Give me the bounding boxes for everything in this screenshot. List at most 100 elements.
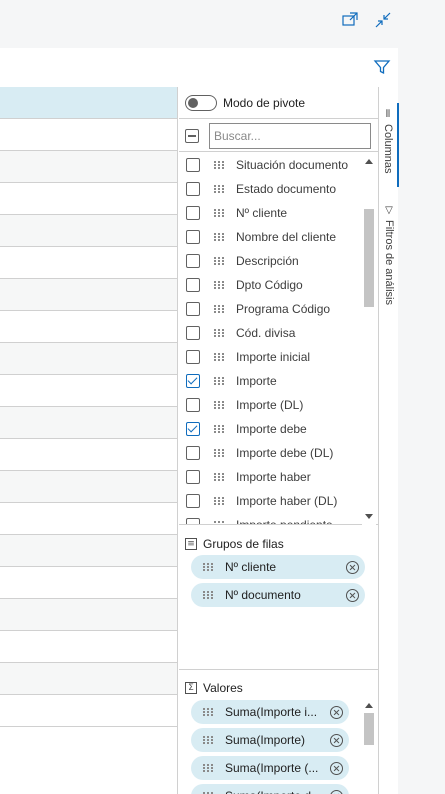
table-row[interactable] <box>0 151 177 183</box>
column-checkbox[interactable] <box>186 470 200 484</box>
table-row[interactable] <box>0 119 177 151</box>
column-item[interactable]: Estado documento <box>179 177 378 201</box>
column-item[interactable]: Importe pendiente <box>179 513 378 524</box>
column-checkbox[interactable] <box>186 158 200 172</box>
drag-handle-icon[interactable] <box>214 161 224 169</box>
column-checkbox[interactable] <box>186 254 200 268</box>
column-item[interactable]: Situación documento <box>179 153 378 177</box>
table-row[interactable] <box>0 535 177 567</box>
remove-icon[interactable] <box>330 789 343 794</box>
scroll-down-icon[interactable] <box>365 514 373 519</box>
value-pill[interactable]: Suma(Importe) <box>191 728 349 752</box>
table-row[interactable] <box>0 503 177 535</box>
column-checkbox[interactable] <box>186 494 200 508</box>
drag-handle-icon[interactable] <box>214 257 224 265</box>
drag-handle-icon[interactable] <box>214 449 224 457</box>
open-in-new-window-icon[interactable] <box>340 10 360 30</box>
collapse-icon[interactable] <box>373 10 393 30</box>
scroll-up-icon[interactable] <box>365 159 373 164</box>
drag-handle-icon[interactable] <box>203 764 213 772</box>
column-checkbox[interactable] <box>186 326 200 340</box>
column-item[interactable]: Programa Código <box>179 297 378 321</box>
column-item[interactable]: Importe haber <box>179 465 378 489</box>
drag-handle-icon[interactable] <box>214 401 224 409</box>
scroll-thumb[interactable] <box>364 209 374 307</box>
drag-handle-icon[interactable] <box>214 305 224 313</box>
column-item[interactable]: Cód. divisa <box>179 321 378 345</box>
column-checkbox[interactable] <box>186 230 200 244</box>
drag-handle-icon[interactable] <box>214 521 224 524</box>
drag-handle-icon[interactable] <box>214 377 224 385</box>
select-all-checkbox[interactable] <box>185 128 199 143</box>
remove-icon[interactable] <box>330 733 343 747</box>
remove-icon[interactable] <box>346 560 359 574</box>
column-item[interactable]: Descripción <box>179 249 378 273</box>
table-row[interactable] <box>0 439 177 471</box>
table-row[interactable] <box>0 599 177 631</box>
drag-handle-icon[interactable] <box>214 329 224 337</box>
drag-handle-icon[interactable] <box>214 209 224 217</box>
table-row[interactable] <box>0 311 177 343</box>
column-checkbox[interactable] <box>186 350 200 364</box>
column-item[interactable]: Dpto Código <box>179 273 378 297</box>
column-checkbox[interactable] <box>186 374 200 388</box>
values-scrollbar[interactable] <box>362 697 376 794</box>
drag-handle-icon[interactable] <box>214 473 224 481</box>
column-checkbox[interactable] <box>186 446 200 460</box>
drag-handle-icon[interactable] <box>203 591 213 599</box>
column-item[interactable]: Importe inicial <box>179 345 378 369</box>
column-search-input[interactable] <box>209 122 371 149</box>
pivot-mode-toggle[interactable] <box>185 94 217 111</box>
filter-icon[interactable] <box>372 57 394 79</box>
drag-handle-icon[interactable] <box>203 563 213 571</box>
table-row[interactable] <box>0 375 177 407</box>
column-checkbox[interactable] <box>186 182 200 196</box>
tab-columns[interactable]: ⦀ Columnas <box>379 103 399 187</box>
table-row[interactable] <box>0 567 177 599</box>
table-row[interactable] <box>0 695 177 727</box>
table-row[interactable] <box>0 215 177 247</box>
column-item[interactable]: Importe (DL) <box>179 393 378 417</box>
remove-icon[interactable] <box>330 761 343 775</box>
scroll-thumb[interactable] <box>364 713 374 745</box>
column-item[interactable]: Nombre del cliente <box>179 225 378 249</box>
column-item[interactable]: Importe <box>179 369 378 393</box>
table-row[interactable] <box>0 343 177 375</box>
column-item[interactable]: Importe debe (DL) <box>179 441 378 465</box>
column-item[interactable]: Importe haber (DL) <box>179 489 378 513</box>
value-pill[interactable]: Suma(Importe (... <box>191 756 349 780</box>
column-item[interactable]: Nº cliente <box>179 201 378 225</box>
scroll-up-icon[interactable] <box>365 703 373 708</box>
table-row[interactable] <box>0 247 177 279</box>
column-checkbox[interactable] <box>186 398 200 412</box>
row-group-pill[interactable]: Nº cliente <box>191 555 365 579</box>
drag-handle-icon[interactable] <box>203 708 213 716</box>
column-checkbox[interactable] <box>186 278 200 292</box>
drag-handle-icon[interactable] <box>214 281 224 289</box>
column-checkbox[interactable] <box>186 422 200 436</box>
row-group-pill[interactable]: Nº documento <box>191 583 365 607</box>
column-checkbox[interactable] <box>186 206 200 220</box>
table-row[interactable] <box>0 471 177 503</box>
tab-filters[interactable]: ▽ Filtros de análisis <box>379 199 399 317</box>
value-pill[interactable]: Suma(Importe d... <box>191 784 349 794</box>
drag-handle-icon[interactable] <box>214 233 224 241</box>
column-checkbox[interactable] <box>186 302 200 316</box>
value-pill[interactable]: Suma(Importe i... <box>191 700 349 724</box>
table-row[interactable] <box>0 279 177 311</box>
drag-handle-icon[interactable] <box>214 497 224 505</box>
column-label: Importe haber (DL) <box>236 494 338 508</box>
drag-handle-icon[interactable] <box>214 185 224 193</box>
drag-handle-icon[interactable] <box>214 353 224 361</box>
drag-handle-icon[interactable] <box>214 425 224 433</box>
column-list-scrollbar[interactable] <box>362 153 376 525</box>
remove-icon[interactable] <box>330 705 343 719</box>
column-item[interactable]: Importe debe <box>179 417 378 441</box>
table-row[interactable] <box>0 407 177 439</box>
drag-handle-icon[interactable] <box>203 736 213 744</box>
column-checkbox[interactable] <box>186 518 200 524</box>
table-row[interactable] <box>0 663 177 695</box>
table-row[interactable] <box>0 631 177 663</box>
table-row[interactable] <box>0 183 177 215</box>
remove-icon[interactable] <box>346 588 359 602</box>
